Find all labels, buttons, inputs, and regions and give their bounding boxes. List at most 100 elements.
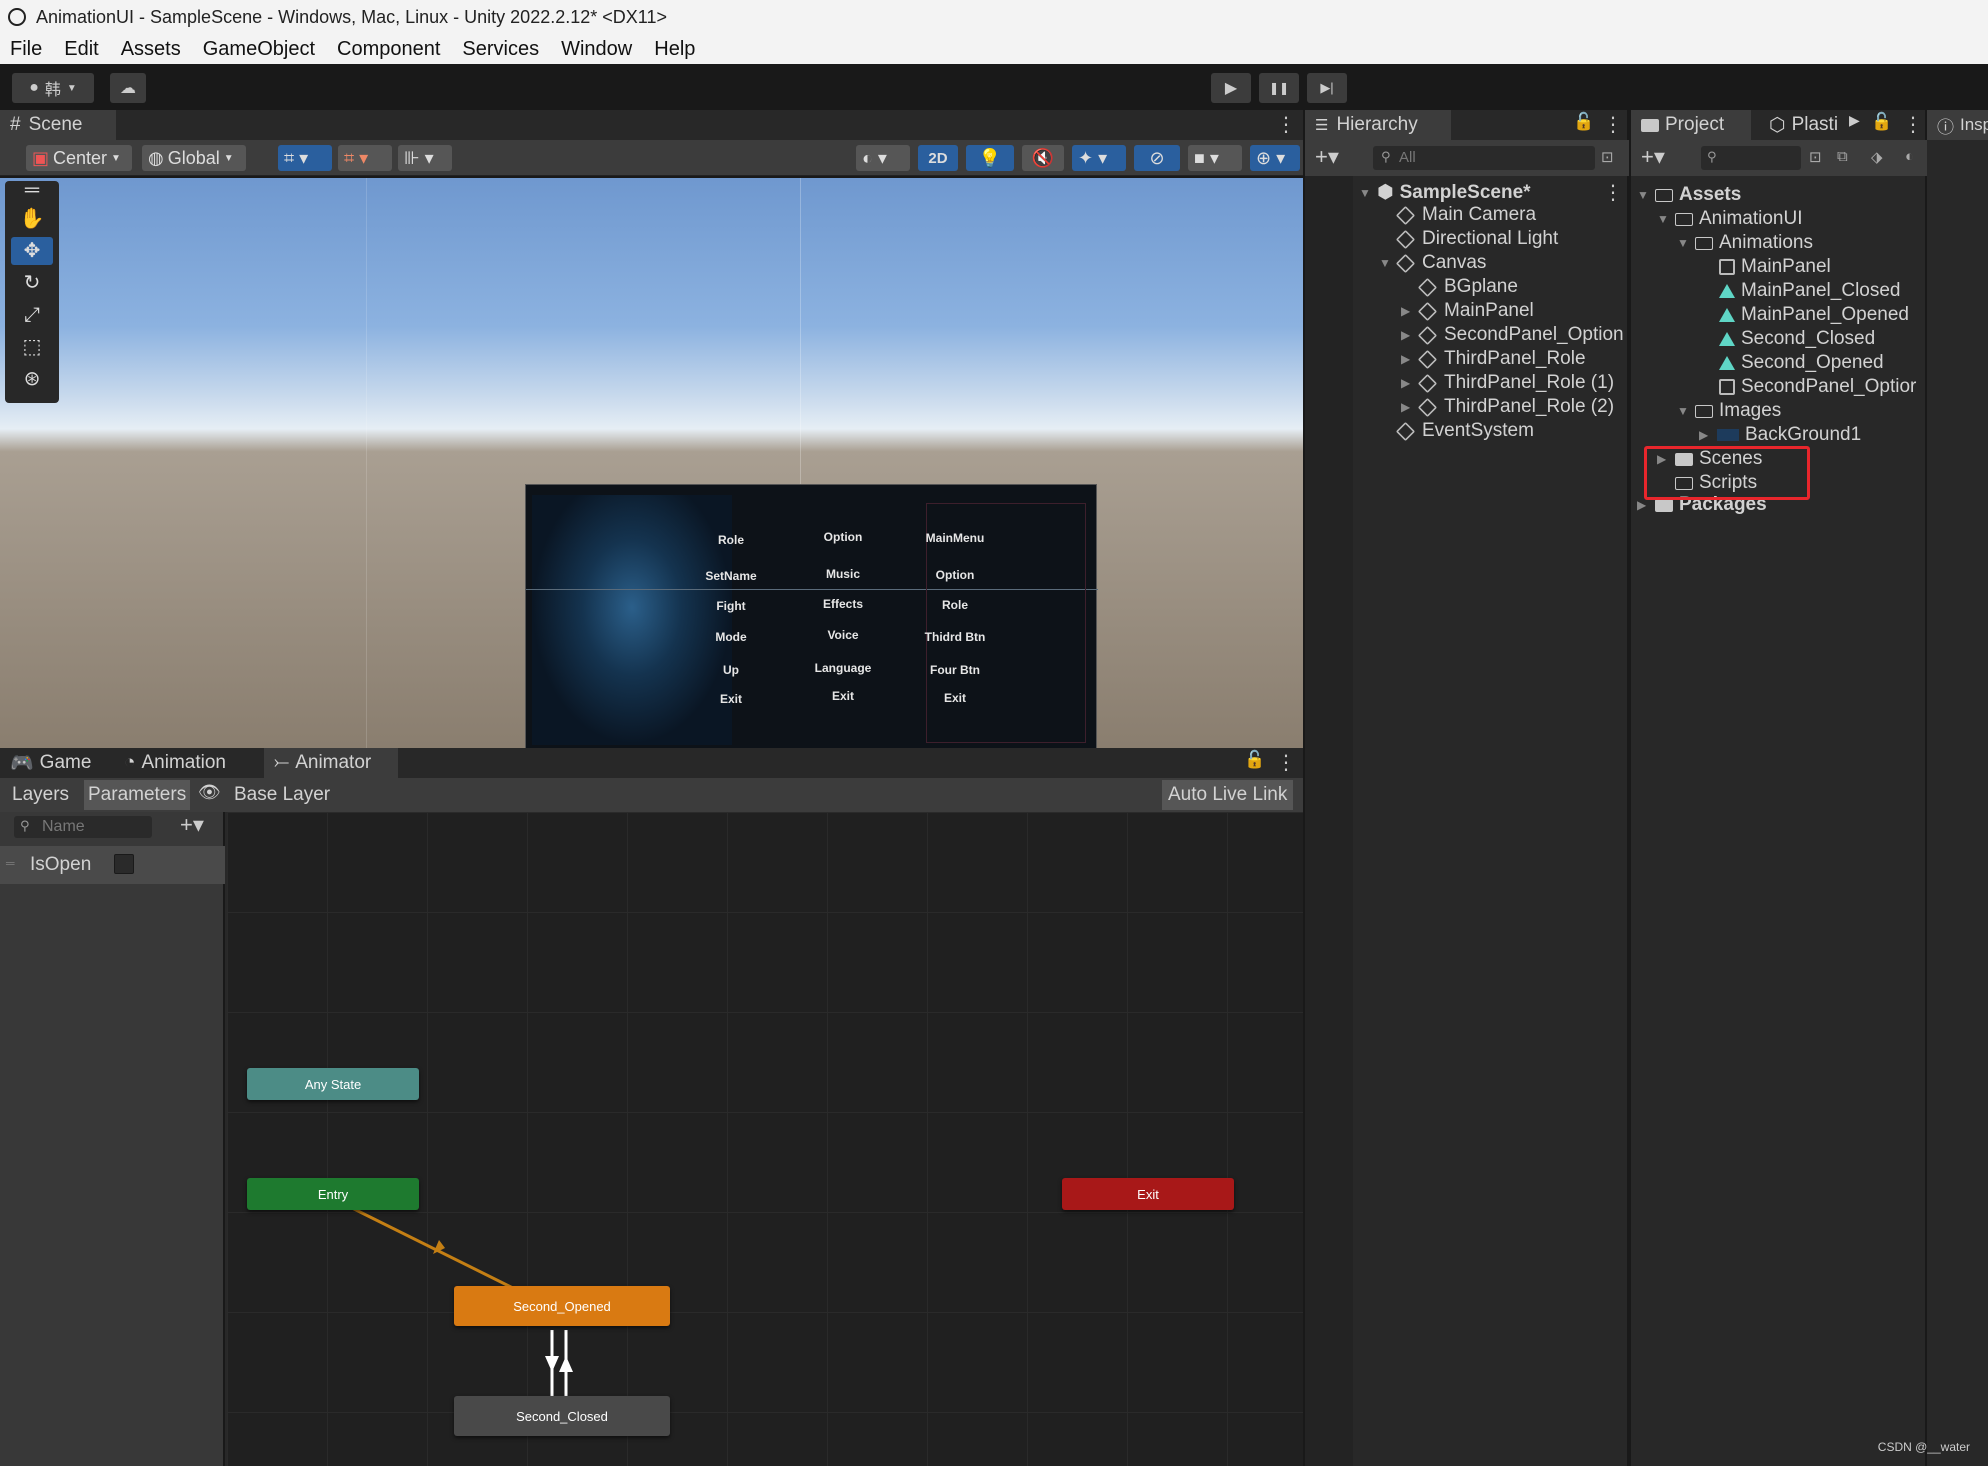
menu-gameobject[interactable]: GameObject [203, 38, 315, 61]
tab-project[interactable]: Project [1631, 110, 1751, 140]
more-icon[interactable]: ⋮ [1276, 112, 1296, 137]
expand-arrow-icon[interactable]: ▼ [1677, 236, 1695, 250]
scale-tool-icon[interactable]: ⤢ [11, 301, 53, 329]
menu-help[interactable]: Help [654, 38, 695, 61]
gizmos-button[interactable]: ⊕ ▾ [1250, 145, 1300, 171]
filter-type-icon[interactable]: ⧉ [1837, 148, 1848, 165]
pause-button[interactable]: ❚❚ [1259, 73, 1299, 103]
ui-preview-panel[interactable]: Role SetName Fight Mode Up Exit Option M… [525, 484, 1098, 748]
animator-graph[interactable]: Any State Entry Exit Second_Opened Secon… [227, 812, 1303, 1466]
tab-overflow-icon[interactable]: ▶ [1849, 112, 1860, 129]
audio-toggle[interactable]: 🔇 [1022, 145, 1064, 171]
project-item[interactable]: SecondPanel_Optior [1719, 376, 1916, 398]
hierarchy-item[interactable]: ▶ MainPanel [1401, 300, 1534, 322]
project-item[interactable]: ▼ Assets [1637, 184, 1741, 206]
camera-button[interactable]: ■ ▾ [1188, 145, 1242, 171]
collapsed-arrow-icon[interactable]: ▶ [1699, 428, 1717, 442]
step-button[interactable]: ▶| [1307, 73, 1347, 103]
move-tool-icon[interactable]: ✥ [11, 237, 53, 265]
parameter-name[interactable]: IsOpen [30, 854, 91, 876]
tab-game[interactable]: 🎮 Game [0, 748, 112, 778]
hierarchy-item[interactable]: BGplane [1417, 276, 1518, 298]
project-item[interactable]: ▼ Images [1677, 400, 1781, 422]
hierarchy-item[interactable]: EventSystem [1395, 420, 1534, 442]
grid-snap-button[interactable]: ⌗ ▾ [278, 145, 332, 171]
menu-edit[interactable]: Edit [64, 38, 98, 61]
hierarchy-item[interactable]: ▶ SecondPanel_Option [1401, 324, 1624, 346]
project-item[interactable]: ▼ AnimationUI [1657, 208, 1803, 230]
effects-toggle[interactable]: ✦ ▾ [1072, 145, 1126, 171]
lock-icon[interactable]: 🔓 [1871, 112, 1892, 132]
expand-arrow-icon[interactable]: ▼ [1637, 188, 1655, 202]
scene-viewport[interactable]: ═ ✋ ✥ ↻ ⤢ ⬚ ⊛ Role SetName Fight Mode Up… [0, 178, 1303, 748]
more-icon[interactable]: ⋮ [1276, 750, 1296, 775]
tag-icon[interactable]: ⬗ [1871, 148, 1883, 166]
more-icon[interactable]: ⋮ [1903, 112, 1923, 137]
layers-tab[interactable]: Layers [12, 784, 69, 806]
play-button[interactable]: ▶ [1211, 73, 1251, 103]
add-parameter-icon[interactable]: +▾ [180, 812, 204, 838]
project-item[interactable]: MainPanel_Closed [1719, 280, 1901, 302]
tab-animator[interactable]: ⤚ Animator [264, 748, 398, 778]
lighting-toggle[interactable]: 💡 [966, 145, 1014, 171]
hierarchy-item[interactable]: ▶ ThirdPanel_Role (2) [1401, 396, 1614, 418]
lock-icon[interactable]: 🔓 [1573, 112, 1594, 132]
state-second-closed[interactable]: Second_Closed [454, 1396, 670, 1436]
project-item[interactable]: Second_Opened [1719, 352, 1884, 374]
collapsed-arrow-icon[interactable]: ▶ [1401, 328, 1419, 342]
parameter-search-input[interactable]: Name [14, 816, 152, 838]
account-button[interactable]: ● 韩 ▼ [12, 73, 94, 103]
collapsed-arrow-icon[interactable]: ▶ [1401, 400, 1419, 414]
state-exit[interactable]: Exit [1062, 1178, 1234, 1210]
cloud-button[interactable]: ☁ [110, 73, 146, 103]
menu-assets[interactable]: Assets [121, 38, 181, 61]
hierarchy-item[interactable]: Main Camera [1395, 204, 1536, 226]
eye-icon[interactable]: ◐ [1905, 148, 1914, 165]
hierarchy-item[interactable]: ▶ ThirdPanel_Role [1401, 348, 1586, 370]
expand-arrow-icon[interactable]: ▼ [1657, 212, 1675, 226]
rect-tool-icon[interactable]: ⬚ [11, 333, 53, 361]
tab-inspector[interactable]: ⓘ Insp [1927, 110, 1988, 140]
increment-snap-button[interactable]: ⊪ ▾ [398, 145, 452, 171]
tab-animation[interactable]: ◔ Animation [114, 748, 262, 778]
add-icon[interactable]: +▾ [1641, 144, 1665, 170]
parameter-checkbox[interactable] [114, 854, 134, 874]
parameter-row[interactable]: ═ IsOpen [0, 846, 225, 884]
expand-arrow-icon[interactable]: ▼ [1677, 404, 1695, 418]
hierarchy-item[interactable]: ▼ Canvas [1379, 252, 1486, 274]
eye-icon[interactable]: 👁 [198, 782, 221, 803]
lock-icon[interactable]: 🔓 [1244, 750, 1265, 770]
more-icon[interactable]: ⋮ [1603, 180, 1623, 205]
tab-hierarchy[interactable]: ☰ Hierarchy [1305, 110, 1451, 140]
drag-handle-icon[interactable]: ═ [6, 856, 15, 870]
hierarchy-item[interactable]: ▶ ThirdPanel_Role (1) [1401, 372, 1614, 394]
more-icon[interactable]: ⋮ [1603, 112, 1623, 137]
grid-toggle-button[interactable]: ⌗ ▾ [338, 145, 392, 171]
drag-handle-icon[interactable]: ═ [11, 180, 53, 200]
tab-scene[interactable]: # Scene [0, 110, 116, 140]
2d-toggle[interactable]: 2D [918, 145, 958, 171]
add-icon[interactable]: +▾ [1315, 144, 1339, 170]
project-item[interactable]: ▼ Animations [1677, 232, 1813, 254]
hierarchy-item[interactable]: Directional Light [1395, 228, 1558, 250]
expand-arrow-icon[interactable]: ▼ [1379, 256, 1397, 270]
menu-window[interactable]: Window [561, 38, 632, 61]
transform-tool-icon[interactable]: ⊛ [11, 365, 53, 393]
pivot-dropdown[interactable]: ▣ Center ▼ [26, 145, 132, 171]
collapsed-arrow-icon[interactable]: ▶ [1401, 304, 1419, 318]
hand-tool-icon[interactable]: ✋ [11, 205, 53, 233]
project-item[interactable]: MainPanel_Opened [1719, 304, 1909, 326]
rotate-tool-icon[interactable]: ↻ [11, 269, 53, 297]
collapsed-arrow-icon[interactable]: ▶ [1401, 376, 1419, 390]
tab-plastic[interactable]: ⬡ Plasti [1759, 110, 1849, 140]
space-dropdown[interactable]: ◍ Global ▼ [142, 145, 246, 171]
hierarchy-scene-row[interactable]: ▼ ⬢ SampleScene* [1359, 181, 1531, 204]
state-entry[interactable]: Entry [247, 1178, 419, 1210]
menu-services[interactable]: Services [462, 38, 539, 61]
expand-arrow-icon[interactable]: ▼ [1359, 186, 1377, 200]
breadcrumb-base-layer[interactable]: Base Layer [234, 784, 330, 806]
filter-icon[interactable]: ⊡ [1601, 148, 1614, 166]
collapsed-arrow-icon[interactable]: ▶ [1401, 352, 1419, 366]
collapsed-arrow-icon[interactable]: ▶ [1637, 498, 1655, 512]
parameters-tab[interactable]: Parameters [84, 780, 191, 810]
